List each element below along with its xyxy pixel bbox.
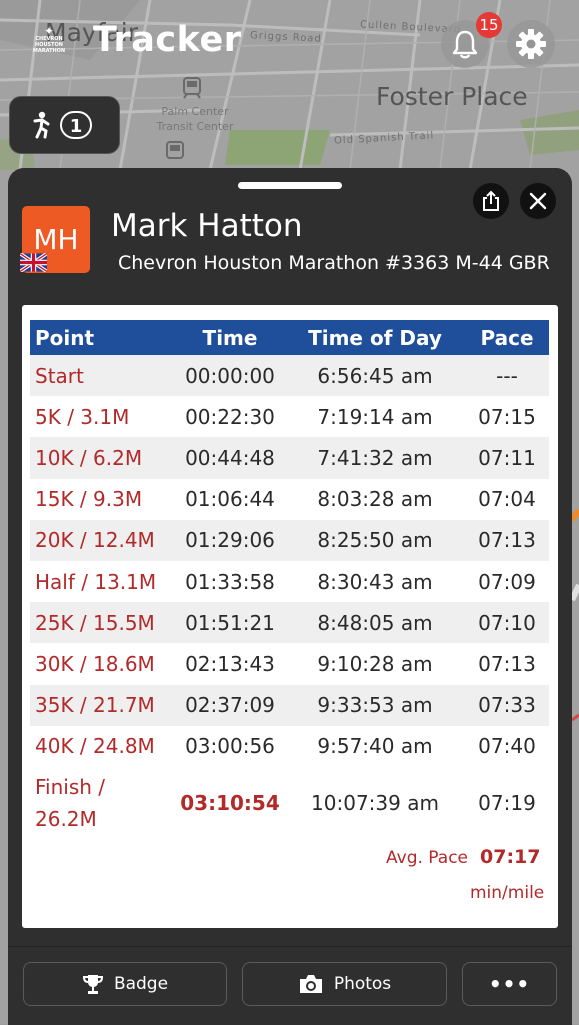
- close-button[interactable]: [520, 183, 556, 219]
- split-time-of-day: 8:30:43 am: [285, 560, 465, 603]
- followed-athletes-button[interactable]: 1: [9, 96, 120, 154]
- camera-icon: [299, 975, 322, 993]
- table-row: 30K / 18.6M 02:13:43 9:10:28 am 07:13: [30, 643, 549, 685]
- split-pace: 07:09: [465, 560, 549, 603]
- more-options-button[interactable]: •••: [462, 962, 557, 1006]
- avg-pace-label: Avg. Pace: [386, 848, 469, 868]
- column-header-time: Time: [175, 320, 285, 355]
- table-row: 5K / 3.1M 00:22:30 7:19:14 am 07:15: [30, 396, 549, 438]
- bell-icon: [452, 30, 478, 59]
- table-row: 25K / 15.5M 01:51:21 8:48:05 am 07:10: [30, 602, 549, 644]
- split-pace: 07:04: [465, 478, 549, 520]
- map-label-foster-place: Foster Place: [376, 82, 528, 111]
- split-time: 02:13:43: [175, 643, 285, 685]
- split-pace: 07:15: [465, 396, 549, 438]
- split-pace: 07:11: [465, 437, 549, 479]
- split-time: 02:37:09: [175, 684, 285, 726]
- split-pace: 07:13: [465, 519, 549, 561]
- split-point: 25K / 15.5M: [30, 602, 175, 644]
- photos-button-label: Photos: [333, 974, 392, 994]
- split-time-of-day: 7:19:14 am: [285, 396, 465, 438]
- table-row: Half / 13.1M 01:33:58 8:30:43 am 07:09: [30, 560, 549, 603]
- split-time-of-day: 7:41:32 am: [285, 437, 465, 479]
- finish-label-line2: 26.2M: [35, 806, 97, 831]
- split-time-of-day: 10:07:39 am: [285, 766, 465, 839]
- action-bar: Badge Photos •••: [8, 946, 572, 1025]
- split-pace: 07:40: [465, 725, 549, 767]
- split-time: 03:00:56: [175, 725, 285, 767]
- column-header-point: Point: [30, 320, 175, 355]
- split-point: 20K / 12.4M: [30, 519, 175, 561]
- split-point: 30K / 18.6M: [30, 643, 175, 685]
- race-logo: ✦ CHEVRON HOUSTON MARATHON: [30, 25, 68, 60]
- gear-icon: [516, 29, 546, 59]
- app-title: Tracker: [93, 20, 242, 60]
- finish-label-line1: Finish /: [35, 774, 106, 799]
- athlete-panel: MH Mark Hatton Chevron Houston Marathon …: [8, 168, 572, 1025]
- map-label-transit-center: Palm Center Transit Center: [156, 105, 234, 133]
- split-time-of-day: 8:25:50 am: [285, 519, 465, 561]
- split-pace: 07:10: [465, 602, 549, 644]
- athlete-name: Mark Hatton: [111, 208, 303, 244]
- race-logo-text: CHEVRON HOUSTON MARATHON: [32, 36, 66, 54]
- splits-card: Point Time Time of Day Pace Start 00:00:0…: [22, 305, 558, 928]
- badge-button[interactable]: Badge: [23, 962, 227, 1006]
- split-point: 15K / 9.3M: [30, 478, 175, 520]
- drag-handle[interactable]: [238, 182, 342, 189]
- train-station-icon: [166, 141, 184, 159]
- split-pace: 07:13: [465, 643, 549, 685]
- split-time: 01:06:44: [175, 478, 285, 520]
- split-time: 00:44:48: [175, 437, 285, 479]
- avg-pace-value: 07:17: [480, 846, 541, 868]
- train-station-icon: [183, 77, 201, 99]
- table-row-finish: Finish / 26.2M 03:10:54 10:07:39 am 07:1…: [30, 766, 549, 839]
- table-row: 40K / 24.8M 03:00:56 9:57:40 am 07:40: [30, 725, 549, 767]
- uk-flag-icon: [20, 253, 47, 272]
- split-point: Half / 13.1M: [30, 560, 175, 603]
- table-row: 10K / 6.2M 00:44:48 7:41:32 am 07:11: [30, 437, 549, 479]
- split-time: 01:51:21: [175, 602, 285, 644]
- split-time-of-day: 9:33:53 am: [285, 684, 465, 726]
- split-pace: 07:33: [465, 684, 549, 726]
- split-time: 03:10:54: [175, 766, 285, 839]
- split-point: 35K / 21.7M: [30, 684, 175, 726]
- avg-pace-unit: min/mile: [470, 883, 545, 903]
- split-point: Finish / 26.2M: [30, 766, 175, 839]
- split-point: 40K / 24.8M: [30, 725, 175, 767]
- share-button[interactable]: [473, 183, 509, 219]
- photos-button[interactable]: Photos: [242, 962, 447, 1006]
- column-header-time-of-day: Time of Day: [285, 320, 465, 355]
- split-point: 5K / 3.1M: [30, 396, 175, 438]
- split-time-of-day: 6:56:45 am: [285, 355, 465, 397]
- split-pace: ---: [465, 355, 549, 397]
- split-pace: 07:19: [465, 766, 549, 839]
- notification-count-badge: 15: [476, 12, 502, 38]
- split-time: 00:22:30: [175, 396, 285, 438]
- runner-icon: [33, 111, 50, 139]
- table-row: Start 00:00:00 6:56:45 am ---: [30, 355, 549, 397]
- split-time-of-day: 9:57:40 am: [285, 725, 465, 767]
- split-time: 01:29:06: [175, 519, 285, 561]
- splits-table: Point Time Time of Day Pace Start 00:00:0…: [30, 320, 549, 839]
- column-header-pace: Pace: [465, 320, 549, 355]
- badge-button-label: Badge: [113, 974, 169, 994]
- followed-count: 1: [60, 111, 92, 139]
- trophy-icon: [82, 975, 103, 994]
- close-icon: [529, 192, 547, 210]
- split-time-of-day: 8:48:05 am: [285, 602, 465, 644]
- athlete-race-info: Chevron Houston Marathon #3363 M-44 GBR: [118, 252, 550, 274]
- table-row: 35K / 21.7M 02:37:09 9:33:53 am 07:33: [30, 684, 549, 726]
- split-time-of-day: 9:10:28 am: [285, 643, 465, 685]
- share-icon: [483, 190, 499, 211]
- splits-header-row: Point Time Time of Day Pace: [30, 320, 549, 355]
- split-point: Start: [30, 355, 175, 397]
- table-row: 15K / 9.3M 01:06:44 8:03:28 am 07:04: [30, 478, 549, 520]
- table-row: 20K / 12.4M 01:29:06 8:25:50 am 07:13: [30, 519, 549, 561]
- split-time-of-day: 8:03:28 am: [285, 478, 465, 520]
- split-point: 10K / 6.2M: [30, 437, 175, 479]
- split-time: 00:00:00: [175, 355, 285, 397]
- split-time: 01:33:58: [175, 560, 285, 603]
- settings-button[interactable]: [507, 20, 555, 68]
